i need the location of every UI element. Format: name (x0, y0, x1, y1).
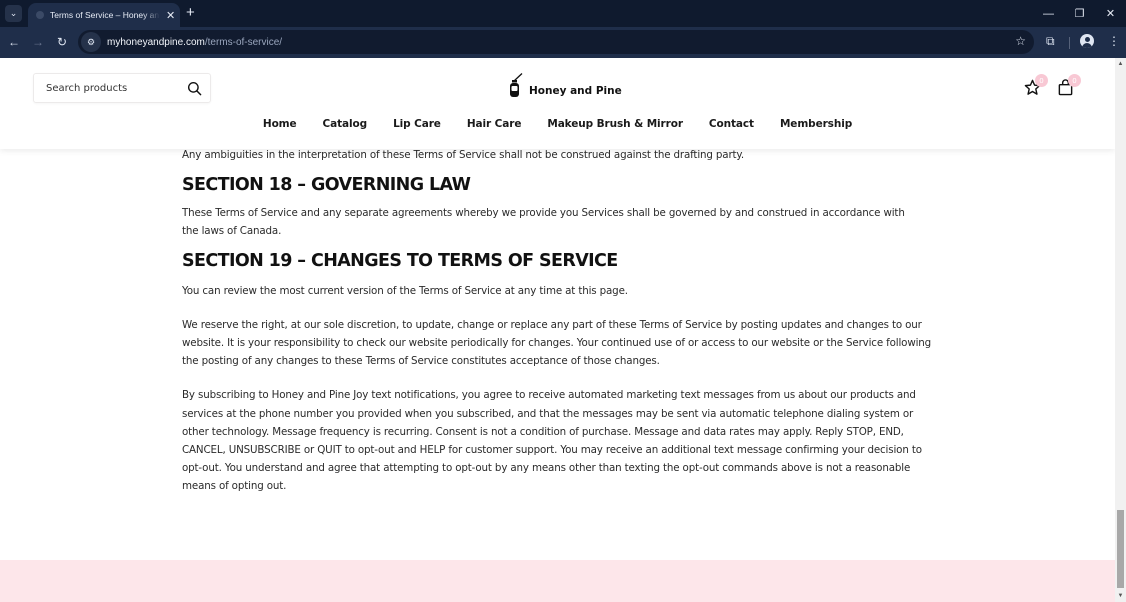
back-button[interactable]: ← (6, 34, 22, 50)
close-window-button[interactable]: ✕ (1095, 0, 1126, 27)
restore-icon: ❐ (1074, 8, 1085, 20)
nav-home[interactable]: Home (263, 118, 297, 130)
section-19-paragraph-3: By subscribing to Honey and Pine Joy tex… (182, 389, 922, 493)
bookmark-star-icon[interactable]: ☆ (1015, 34, 1026, 48)
nav-lip-care[interactable]: Lip Care (393, 118, 441, 130)
reload-button[interactable]: ↻ (54, 34, 70, 50)
arrow-left-icon: ← (8, 35, 20, 49)
search-input[interactable] (46, 82, 176, 94)
close-icon: ✕ (1105, 8, 1116, 20)
scroll-down-arrow-icon[interactable]: ▼ (1117, 592, 1124, 600)
close-icon[interactable]: ✕ (166, 9, 175, 22)
nav-contact[interactable]: Contact (709, 118, 754, 130)
browser-menu-icon[interactable]: ⋮ (1108, 34, 1120, 48)
nav-catalog[interactable]: Catalog (323, 118, 368, 130)
search-icon[interactable] (187, 81, 202, 96)
section-18-paragraph: These Terms of Service and any separate … (182, 207, 905, 238)
page-viewport: Honey and Pine 0 0 Home Catalog Lip Care… (0, 58, 1115, 602)
browser-tab-active[interactable]: Terms of Service – Honey and Pine ✕ (28, 3, 180, 27)
cart-count-badge: 0 (1068, 74, 1081, 87)
nav-hair-care[interactable]: Hair Care (467, 118, 522, 130)
section-19-paragraph-1: You can review the most current version … (182, 284, 628, 297)
favicon-icon (36, 11, 44, 19)
browser-toolbar: ← → ↻ ⚙ myhoneyandpine.com/terms-of-serv… (0, 27, 1126, 58)
footer-band (0, 560, 1115, 602)
tab-title: Terms of Service – Honey and Pine (50, 10, 160, 20)
site-info-button[interactable]: ⚙ (81, 32, 101, 52)
minimize-button[interactable]: — (1033, 0, 1064, 27)
terms-content: Any ambiguities in the interpretation of… (182, 148, 942, 496)
scrollbar-thumb[interactable] (1117, 510, 1124, 588)
chevron-down-icon: ⌄ (9, 8, 18, 18)
plus-icon: + (186, 4, 195, 21)
profile-icon[interactable] (1080, 34, 1094, 48)
url-host: myhoneyandpine.com (107, 36, 205, 48)
main-navigation: Home Catalog Lip Care Hair Care Makeup B… (0, 118, 1115, 130)
url-path: /terms-of-service/ (204, 36, 283, 48)
window-controls: — ❐ ✕ (1033, 0, 1126, 27)
address-bar[interactable]: ⚙ myhoneyandpine.com/terms-of-service/ ☆ (78, 30, 1034, 54)
tab-search-button[interactable]: ⌄ (5, 5, 22, 22)
section-18-heading: SECTION 18 – GOVERNING LAW (182, 175, 471, 196)
section-19-paragraph-2: We reserve the right, at our sole discre… (182, 318, 932, 368)
restore-button[interactable]: ❐ (1064, 0, 1095, 27)
arrow-right-icon: → (32, 35, 44, 49)
new-tab-button[interactable]: + (186, 5, 195, 21)
extensions-icon[interactable]: ⧉ (1046, 34, 1055, 49)
reload-icon: ↻ (56, 35, 68, 49)
nav-membership[interactable]: Membership (780, 118, 852, 130)
brand-logo[interactable]: Honey and Pine (508, 72, 622, 98)
minimize-icon: — (1043, 7, 1054, 20)
section-19-heading: SECTION 19 – CHANGES TO TERMS OF SERVICE (182, 250, 618, 271)
forward-button[interactable]: → (30, 34, 46, 50)
page-scrollbar[interactable]: ▲ ▼ (1115, 58, 1126, 602)
search-box (33, 73, 211, 103)
scroll-up-arrow-icon[interactable]: ▲ (1117, 60, 1124, 68)
browser-tab-strip: ⌄ Terms of Service – Honey and Pine ✕ + … (0, 0, 1126, 27)
wishlist-count-badge: 0 (1035, 74, 1048, 87)
nav-makeup-brush-mirror[interactable]: Makeup Brush & Mirror (547, 118, 683, 130)
tune-icon: ⚙ (86, 36, 96, 47)
honey-jar-icon (510, 73, 523, 97)
toolbar-divider (1069, 37, 1070, 49)
url-text[interactable]: myhoneyandpine.com/terms-of-service/ (107, 37, 282, 48)
site-header: Honey and Pine 0 0 Home Catalog Lip Care… (0, 58, 1115, 149)
brand-name: Honey and Pine (529, 85, 622, 97)
